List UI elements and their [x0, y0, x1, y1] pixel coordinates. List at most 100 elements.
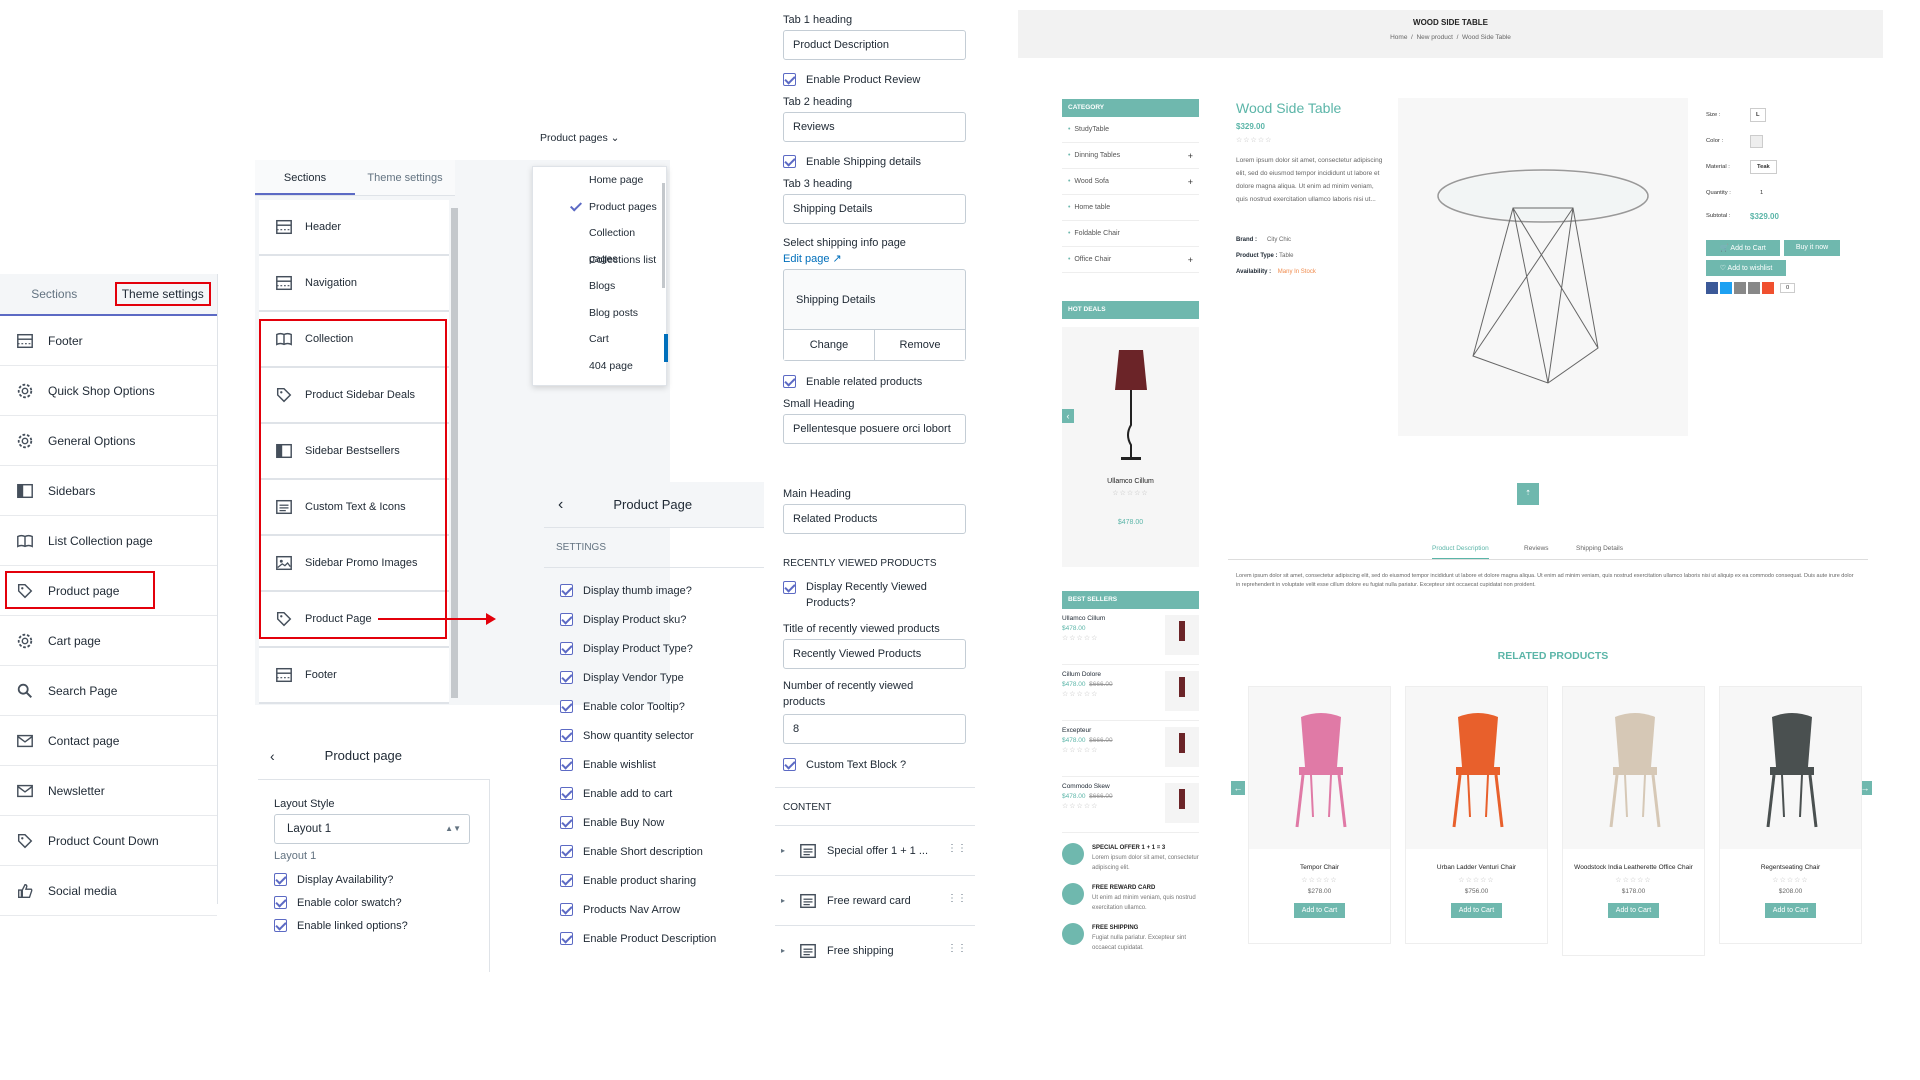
check-products-nav-arrow[interactable]: Products Nav Arrow	[560, 895, 764, 924]
breadcrumb-home[interactable]: Home	[1390, 34, 1407, 41]
remove-button[interactable]: Remove	[875, 330, 965, 360]
setting-social-media[interactable]: Social media	[0, 866, 217, 916]
edit-page-link[interactable]: Edit page ↗	[783, 252, 983, 265]
check-show-quantity-selector[interactable]: Show quantity selector	[560, 721, 764, 750]
setting-contact-page[interactable]: Contact page	[0, 716, 217, 766]
best-seller-item[interactable]: Commodo Skew $478.00 $666.00 ☆☆☆☆☆	[1062, 777, 1199, 833]
checkbox[interactable]	[783, 758, 796, 771]
buy-now-button[interactable]: Buy it now	[1784, 240, 1840, 256]
facebook-icon[interactable]	[1706, 282, 1718, 294]
small-heading-input[interactable]: Pellentesque posuere orci lobort	[783, 414, 966, 444]
tab-theme-settings[interactable]: Theme settings	[109, 274, 218, 314]
add-to-cart-button[interactable]: Add to Cart	[1607, 903, 1660, 918]
section-navigation[interactable]: Navigation	[259, 256, 449, 312]
check-display-product-sku[interactable]: Display Product sku?	[560, 605, 764, 634]
expand-plus-icon[interactable]: +	[1188, 169, 1193, 195]
related-name[interactable]: Urban Ladder Venturi Chair	[1406, 863, 1547, 872]
checkbox[interactable]	[560, 787, 573, 800]
prev-arrow-icon[interactable]: ‹	[1062, 409, 1074, 423]
check-enable-product-sharing[interactable]: Enable product sharing	[560, 866, 764, 895]
checkbox[interactable]	[560, 729, 573, 742]
setting-product-count-down[interactable]: Product Count Down	[0, 816, 217, 866]
check-display-thumb-image[interactable]: Display thumb image?	[560, 576, 764, 605]
checkbox[interactable]	[560, 584, 573, 597]
dropdown-item-404-page[interactable]: 404 page	[561, 353, 666, 380]
recent-check[interactable]: Display Recently Viewed Products?	[783, 579, 983, 611]
checkbox[interactable]	[274, 873, 287, 886]
related-product-card[interactable]: Woodstock India Leatherette Office Chair…	[1562, 686, 1705, 956]
checkbox[interactable]	[560, 613, 573, 626]
dropdown-item-product-pages[interactable]: Product pages	[561, 194, 666, 221]
best-seller-item[interactable]: Ullamco Cillum $478.00 ☆☆☆☆☆	[1062, 609, 1199, 665]
related-product-card[interactable]: Regentseating Chair ☆☆☆☆☆ $208.00 Add to Ca…	[1719, 686, 1862, 944]
twitter-icon[interactable]	[1720, 282, 1732, 294]
check-enable-buy-now[interactable]: Enable Buy Now	[560, 808, 764, 837]
add-to-cart-button[interactable]: 🛒 Add to Cart	[1706, 240, 1780, 256]
category-item[interactable]: • Home table	[1062, 195, 1199, 221]
setting-footer[interactable]: Footer	[0, 316, 217, 366]
tab-product-description[interactable]: Product Description	[1432, 545, 1489, 559]
expand-arrow-icon[interactable]: ▸	[781, 946, 785, 955]
add-to-cart-button[interactable]: Add to Cart	[1764, 903, 1817, 918]
recent-title-input[interactable]: Recently Viewed Products	[783, 639, 966, 669]
checkbox[interactable]	[274, 919, 287, 932]
checkbox[interactable]	[783, 581, 796, 594]
best-seller-item[interactable]: Cillum Dolore $478.00 $666.00 ☆☆☆☆☆	[1062, 665, 1199, 721]
enable-related-check[interactable]: Enable related products	[783, 367, 983, 396]
tab1-input[interactable]: Product Description	[783, 30, 966, 60]
content-block-special-offer-1-1[interactable]: ▸ Special offer 1 + 1 ... ⋮⋮	[775, 825, 975, 875]
tab-sections[interactable]: Sections	[0, 274, 109, 314]
tab-shipping-details[interactable]: Shipping Details	[1576, 545, 1623, 552]
setting-sidebars[interactable]: Sidebars	[0, 466, 217, 516]
expand-arrow-icon[interactable]: ▸	[781, 896, 785, 905]
hot-deal-card[interactable]: ‹ Ullamco Cillum ☆☆☆☆☆ $478.00	[1062, 327, 1199, 567]
main-heading-input[interactable]: Related Products	[783, 504, 966, 534]
related-name[interactable]: Woodstock India Leatherette Office Chair	[1563, 863, 1704, 872]
check-enable-linked-options[interactable]: Enable linked options?	[274, 914, 473, 937]
add-to-cart-button[interactable]: Add to Cart	[1450, 903, 1503, 918]
related-prev-icon[interactable]: ←	[1231, 781, 1245, 795]
best-seller-item[interactable]: Excepteur $478.00 $666.00 ☆☆☆☆☆	[1062, 721, 1199, 777]
scroll-top-button[interactable]: ⇡	[1517, 483, 1539, 505]
checkbox[interactable]	[783, 155, 796, 168]
drag-handle-icon[interactable]: ⋮⋮	[947, 843, 967, 854]
back-arrow-icon[interactable]: ‹	[558, 496, 563, 514]
check-enable-product-description[interactable]: Enable Product Description	[560, 924, 764, 953]
recent-number-input[interactable]: 8	[783, 714, 966, 744]
plus-share-icon[interactable]	[1762, 282, 1774, 294]
hot-deal-name[interactable]: Ullamco Cillum	[1062, 478, 1199, 485]
section-footer[interactable]: Footer	[259, 648, 449, 704]
checkbox[interactable]	[560, 845, 573, 858]
checkbox[interactable]	[560, 903, 573, 916]
drag-handle-icon[interactable]: ⋮⋮	[947, 943, 967, 954]
related-product-card[interactable]: Urban Ladder Venturi Chair ☆☆☆☆☆ $756.00 Ad…	[1405, 686, 1548, 944]
pinterest-icon[interactable]	[1734, 282, 1746, 294]
related-name[interactable]: Regentseating Chair	[1720, 863, 1861, 872]
page-select[interactable]: Product pages ⌄	[540, 132, 619, 144]
dropdown-item-collection-pages[interactable]: Collection pages	[561, 220, 666, 265]
content-block-free-shipping[interactable]: ▸ Free shipping ⋮⋮	[775, 925, 975, 975]
category-item[interactable]: • StudyTable	[1062, 117, 1199, 143]
tab-sections[interactable]: Sections	[255, 160, 355, 195]
change-button[interactable]: Change	[784, 330, 875, 360]
breadcrumb-new-product[interactable]: New product	[1416, 34, 1453, 41]
setting-search-page[interactable]: Search Page	[0, 666, 217, 716]
category-item[interactable]: • Foldable Chair	[1062, 221, 1199, 247]
drag-handle-icon[interactable]: ⋮⋮	[947, 893, 967, 904]
dropdown-item-home-page[interactable]: Home page	[561, 167, 666, 194]
quantity-input[interactable]: 1	[1760, 190, 1763, 196]
checkbox[interactable]	[560, 700, 573, 713]
enable-review-check[interactable]: Enable Product Review	[783, 65, 983, 94]
setting-newsletter[interactable]: Newsletter	[0, 766, 217, 816]
check-display-product-type[interactable]: Display Product Type?	[560, 634, 764, 663]
dropdown-item-collections-list[interactable]: Collections list	[561, 247, 666, 274]
tab-theme-settings[interactable]: Theme settings	[355, 160, 455, 195]
setting-quick-shop-options[interactable]: Quick Shop Options	[0, 366, 217, 416]
related-name[interactable]: Tempor Chair	[1249, 863, 1390, 872]
color-swatch[interactable]	[1750, 134, 1763, 148]
content-block-free-reward-card[interactable]: ▸ Free reward card ⋮⋮	[775, 875, 975, 925]
check-enable-color-tooltip[interactable]: Enable color Tooltip?	[560, 692, 764, 721]
checkbox[interactable]	[560, 671, 573, 684]
checkbox[interactable]	[560, 758, 573, 771]
enable-shipping-check[interactable]: Enable Shipping details	[783, 147, 983, 176]
